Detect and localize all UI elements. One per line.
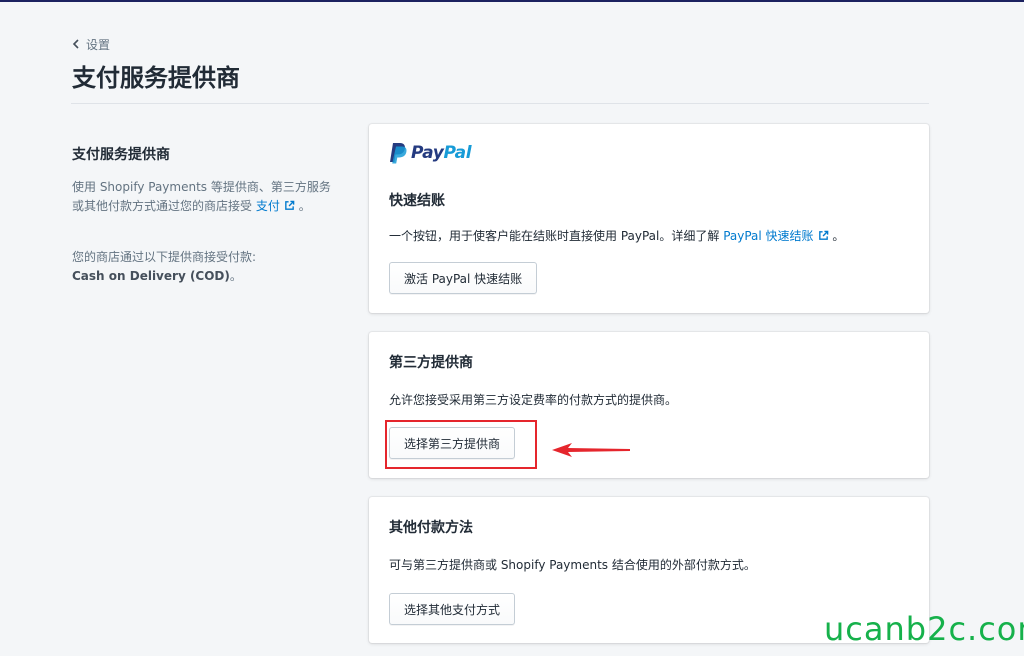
- accepted-providers-intro: 您的商店通过以下提供商接受付款:: [72, 250, 257, 264]
- paypal-logo-pay: Pay: [411, 143, 444, 163]
- accepted-provider-end: 。: [229, 269, 242, 283]
- payments-help-link[interactable]: 支付: [256, 199, 295, 213]
- breadcrumb-label: 设置: [86, 37, 111, 52]
- paypal-description: 一个按钮，用于使客户能在结账时直接使用 PayPal。详细了解 PayPal 快…: [389, 227, 844, 244]
- external-link-icon: [818, 230, 828, 240]
- section-title: 支付服务提供商: [72, 147, 170, 163]
- choose-third-party-provider-button[interactable]: 选择第三方提供商: [389, 427, 516, 459]
- header-divider: [71, 103, 929, 104]
- accepted-provider-name: Cash on Delivery (COD): [72, 269, 230, 283]
- paypal-card: PayPal 快速结账 一个按钮，用于使客户能在结账时直接使用 PayPal。详…: [369, 124, 929, 313]
- paypal-description-text: 一个按钮，用于使客户能在结账时直接使用 PayPal。详细了解: [389, 229, 720, 243]
- annotation-arrow-icon: [552, 443, 630, 457]
- paypal-learn-more-label: PayPal 快速结账: [723, 229, 814, 243]
- section-description-end: 。: [298, 199, 311, 213]
- top-bar: [0, 0, 1024, 2]
- paypal-logo: PayPal: [389, 142, 472, 164]
- third-party-card: 第三方提供商 允许您接受采用第三方设定费率的付款方式的提供商。 选择第三方提供商: [369, 332, 929, 478]
- paypal-logo-pal: Pal: [443, 143, 472, 163]
- third-party-description: 允许您接受采用第三方设定费率的付款方式的提供商。: [389, 393, 678, 407]
- chevron-left-icon: [72, 39, 79, 49]
- activate-paypal-button[interactable]: 激活 PayPal 快速结账: [389, 262, 538, 294]
- third-party-heading: 第三方提供商: [389, 355, 473, 371]
- external-link-icon: [285, 200, 295, 210]
- payments-help-link-label: 支付: [255, 199, 280, 213]
- watermark-text: ucanb2c.com: [824, 610, 1024, 648]
- paypal-p-icon: [390, 143, 407, 164]
- other-methods-description: 可与第三方提供商或 Shopify Payments 结合使用的外部付款方式。: [389, 558, 756, 572]
- page-title: 支付服务提供商: [72, 64, 240, 92]
- accepted-providers: 您的商店通过以下提供商接受付款: Cash on Delivery (COD)。: [72, 248, 332, 286]
- choose-other-payment-button[interactable]: 选择其他支付方式: [389, 593, 516, 625]
- breadcrumb-back-link[interactable]: 设置: [72, 36, 110, 52]
- other-methods-heading: 其他付款方法: [389, 520, 473, 536]
- section-description: 使用 Shopify Payments 等提供商、第三方服务或其他付款方式通过您…: [72, 178, 332, 216]
- paypal-description-end: 。: [832, 229, 845, 243]
- paypal-heading: 快速结账: [389, 193, 445, 209]
- paypal-learn-more-link[interactable]: PayPal 快速结账: [723, 229, 828, 243]
